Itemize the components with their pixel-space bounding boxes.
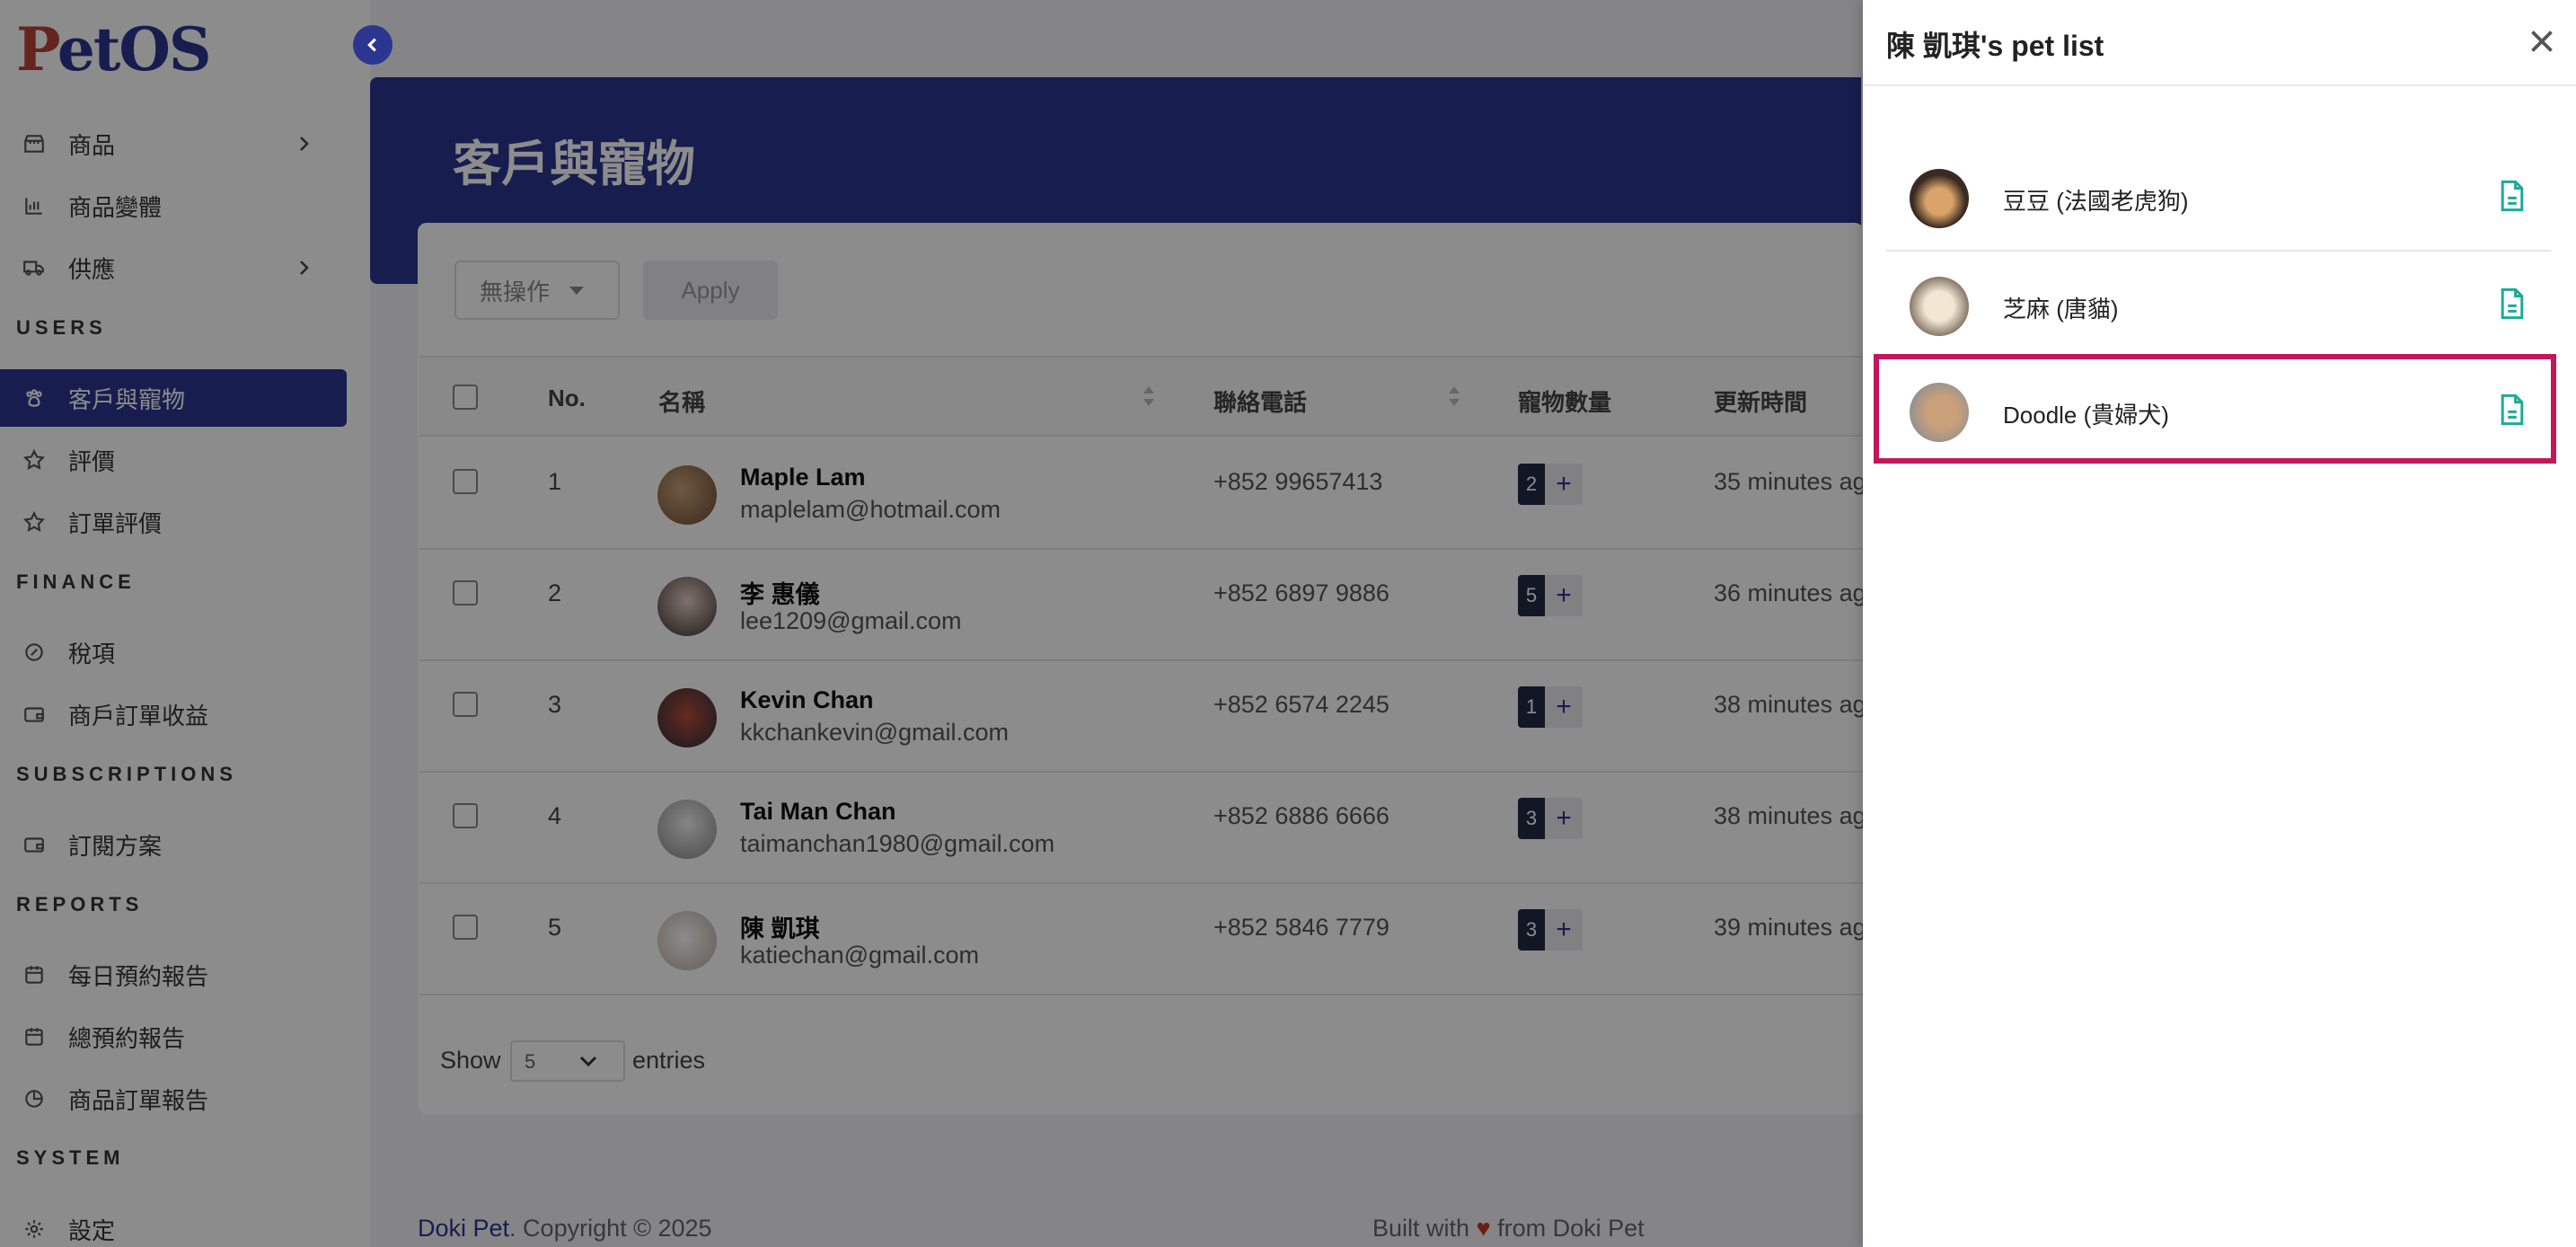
pet-avatar (1910, 277, 1969, 336)
drawer-title: 陳 凱琪's pet list (1886, 30, 2104, 62)
document-icon[interactable] (2499, 287, 2526, 320)
document-icon[interactable] (2499, 180, 2526, 212)
modal-backdrop[interactable] (0, 0, 1863, 1247)
close-icon[interactable] (2526, 25, 2558, 57)
pet-name: 豆豆 (法國老虎狗) (2003, 188, 2189, 215)
pet-list-item[interactable]: 豆豆 (法國老虎狗) (1886, 146, 2551, 252)
pet-avatar (1910, 169, 1969, 228)
pet-list-drawer: 陳 凱琪's pet list 豆豆 (法國老虎狗) 芝麻 (唐貓) Doodl… (1863, 0, 2576, 1247)
highlight-box (1874, 354, 2556, 464)
collapse-sidebar-button[interactable] (353, 25, 393, 65)
pet-name: 芝麻 (唐貓) (2003, 296, 2119, 323)
chevron-left-icon (367, 38, 376, 52)
pet-list-item[interactable]: 芝麻 (唐貓) (1886, 253, 2551, 359)
drawer-divider (1863, 84, 2576, 86)
